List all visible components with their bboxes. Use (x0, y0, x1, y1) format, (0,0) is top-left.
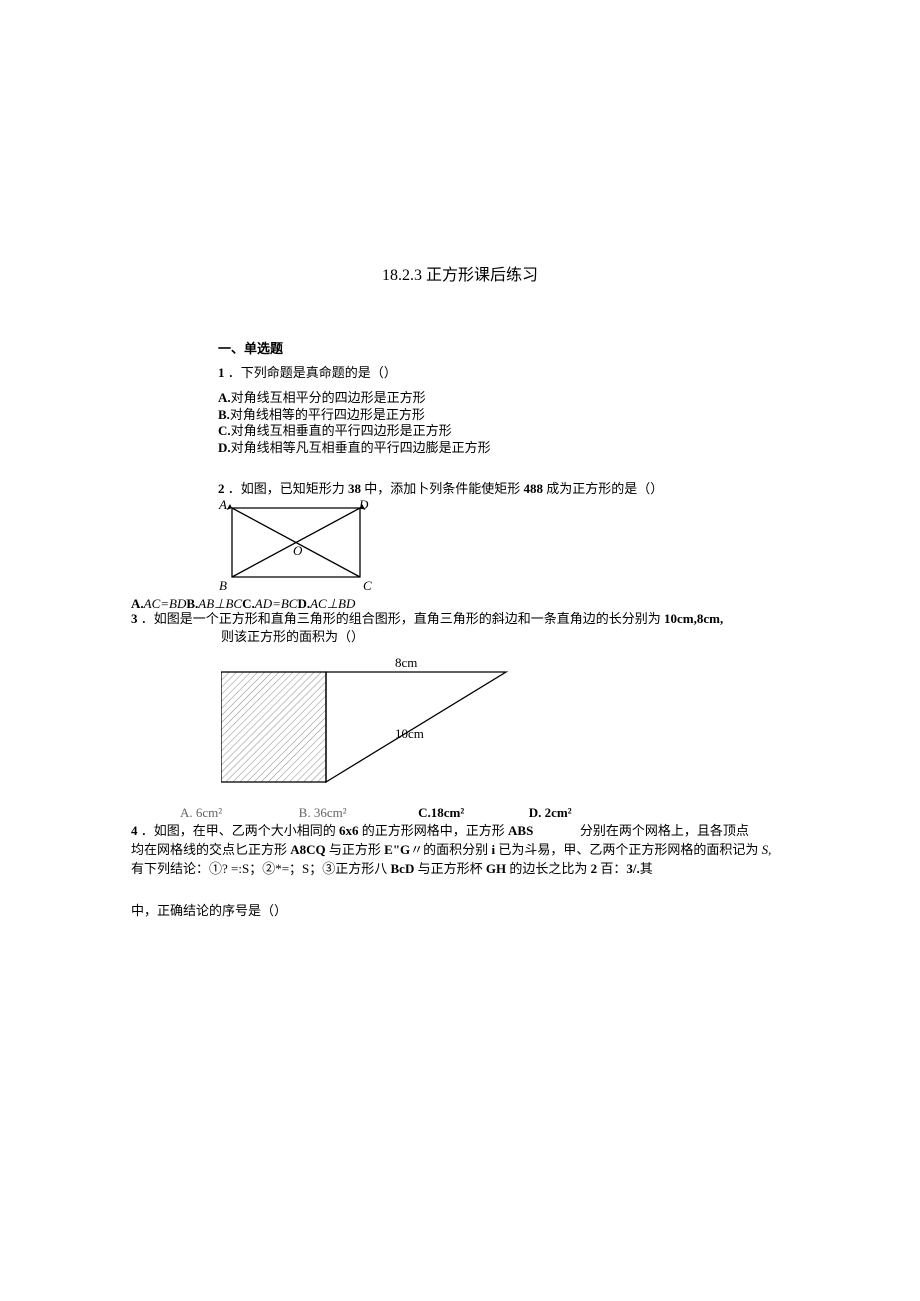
q3-text1: ．如图是一个正方形和直角三角形的组合图形，直角三角形的斜边和一条直角边的长分别为… (141, 611, 723, 626)
q2-number: 2 (218, 481, 225, 496)
q2-b-text: AB⊥BC (198, 596, 242, 611)
q1-option-d: D.对角线相等凡互相垂直的平行四边膨是正方形 (218, 440, 491, 457)
q1-d-lead: D. (218, 440, 231, 455)
q1-option-b: B.对角线相等的平行四边形是正方形 (218, 407, 491, 424)
section-heading: 一、单选题 (218, 338, 283, 357)
square-triangle-figure (221, 659, 531, 789)
page-title: 18.2.3 正方形课后练习 (0, 261, 920, 285)
q2-b-lead: B. (186, 596, 198, 611)
q1-stem: 1 ．下列命题是真命题的是（） (218, 362, 397, 381)
q2-stem: 2 ．如图，已知矩形力 38 中，添加卜列条件能使矩形 488 成为正方形的是（… (218, 478, 663, 497)
fig1-label-o: O (293, 543, 302, 559)
q3-options: A. 6cm² B. 36cm² C.18cm² D. 2cm² (180, 805, 800, 821)
q4-tail: 中，正确结论的序号是（） (131, 900, 287, 919)
fig1-label-c: C (363, 578, 372, 594)
q1-text: ．下列命题是真命题的是（） (228, 365, 397, 380)
q1-c-text: 对角线互相垂直的平行四边形是正方形 (231, 423, 452, 438)
q3-option-d: D. 2cm² (529, 805, 572, 820)
fig2-label-8cm: 8cm (395, 655, 417, 671)
q4-text2: 分别在两个网格上，且各顶点 (580, 823, 749, 838)
q2-d-lead: D. (297, 596, 310, 611)
q3-stem: 3 ．如图是一个正方形和直角三角形的组合图形，直角三角形的斜边和一条直角边的长分… (131, 610, 791, 645)
q4-text4: 有下列结论：①? =:S；②*=；S；③正方形八 BcD 与正方形杯 GH 的边… (131, 861, 653, 876)
q1-c-lead: C. (218, 423, 231, 438)
q2-a-lead: A. (131, 596, 144, 611)
q1-option-a: A.对角线互相平分的四边形是正方形 (218, 390, 491, 407)
q1-option-c: C.对角线互相垂直的平行四边形是正方形 (218, 423, 491, 440)
q1-number: 1 (218, 365, 225, 380)
q3-option-a: A. 6cm² (180, 805, 222, 820)
fig1-label-a: A (219, 497, 227, 513)
q3-option-b: B. 36cm² (299, 805, 347, 820)
q1-d-text: 对角线相等凡互相垂直的平行四边膨是正方形 (231, 440, 491, 455)
q4-text1: ．如图，在甲、乙两个大小相同的 6x6 的正方形网格中，正方形 ABS (141, 823, 534, 838)
q1-a-lead: A. (218, 390, 231, 405)
q1-b-lead: B. (218, 407, 230, 422)
fig2-label-10cm: 10cm (395, 726, 424, 742)
q4-number: 4 (131, 823, 138, 838)
q3-number: 3 (131, 611, 138, 626)
q1-a-text: 对角线互相平分的四边形是正方形 (231, 390, 426, 405)
q2-text: ．如图，已知矩形力 38 中，添加卜列条件能使矩形 488 成为正方形的是（） (228, 481, 664, 496)
q2-c-lead: C. (242, 596, 255, 611)
q1-b-text: 对角线相等的平行四边形是正方形 (230, 407, 425, 422)
q2-c-text: AD=BC (255, 596, 298, 611)
q4-text3: 均在网格线的交点匕正方形 A8CQ 与正方形 E"G〃的面积分别 i 已为斗易，… (131, 842, 771, 857)
q4-stem: 4 ．如图，在甲、乙两个大小相同的 6x6 的正方形网格中，正方形 ABS 分别… (131, 822, 791, 879)
q3-text2: 则该正方形的面积为（） (131, 629, 364, 644)
fig1-label-d: D (359, 497, 368, 513)
q3-option-c: C.18cm² (418, 805, 464, 820)
fig1-label-b: B (219, 578, 227, 594)
q2-a-text: AC=BD (144, 596, 187, 611)
q1-options: A.对角线互相平分的四边形是正方形 B.对角线相等的平行四边形是正方形 C.对角… (218, 390, 491, 457)
q2-d-text: AC⊥BD (310, 596, 355, 611)
